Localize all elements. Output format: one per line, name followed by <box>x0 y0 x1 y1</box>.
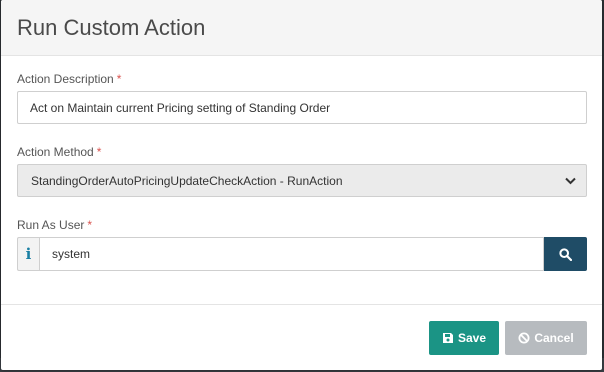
info-icon: i <box>17 237 39 271</box>
run-as-user-field: Run As User * i system <box>17 218 587 271</box>
action-description-input[interactable]: Act on Maintain current Pricing setting … <box>17 91 587 124</box>
run-as-user-group: i system <box>17 237 587 271</box>
dialog-body: Action Description * Act on Maintain curr… <box>1 56 602 271</box>
action-description-field: Action Description * Act on Maintain curr… <box>17 72 587 124</box>
required-mark: * <box>96 145 102 159</box>
required-mark: * <box>87 218 93 232</box>
ban-icon <box>518 332 530 343</box>
search-icon <box>559 247 572 261</box>
run-as-user-label: Run As User * <box>17 218 93 232</box>
dialog-footer: Save Cancel <box>1 304 602 370</box>
floppy-disk-icon <box>442 332 453 343</box>
dialog-title: Run Custom Action <box>17 14 206 40</box>
cancel-label: Cancel <box>534 330 574 345</box>
save-button[interactable]: Save <box>429 320 499 355</box>
user-search-button[interactable] <box>544 237 587 271</box>
action-method-select[interactable]: StandingOrderAutoPricingUpdateCheckActio… <box>17 164 587 197</box>
run-as-user-input[interactable]: system <box>39 237 544 271</box>
run-custom-action-dialog: Run Custom Action Action Description * Ac… <box>1 0 602 370</box>
action-method-selected: StandingOrderAutoPricingUpdateCheckActio… <box>31 173 343 188</box>
chevron-down-icon <box>564 175 576 187</box>
dialog-header: Run Custom Action <box>1 0 602 56</box>
action-method-label: Action Method * <box>17 145 102 159</box>
save-label: Save <box>457 330 487 345</box>
cancel-button[interactable]: Cancel <box>505 320 587 355</box>
action-method-field: Action Method * StandingOrderAutoPricingU… <box>17 145 587 197</box>
required-mark: * <box>116 72 122 86</box>
action-description-label: Action Description * <box>17 72 122 86</box>
